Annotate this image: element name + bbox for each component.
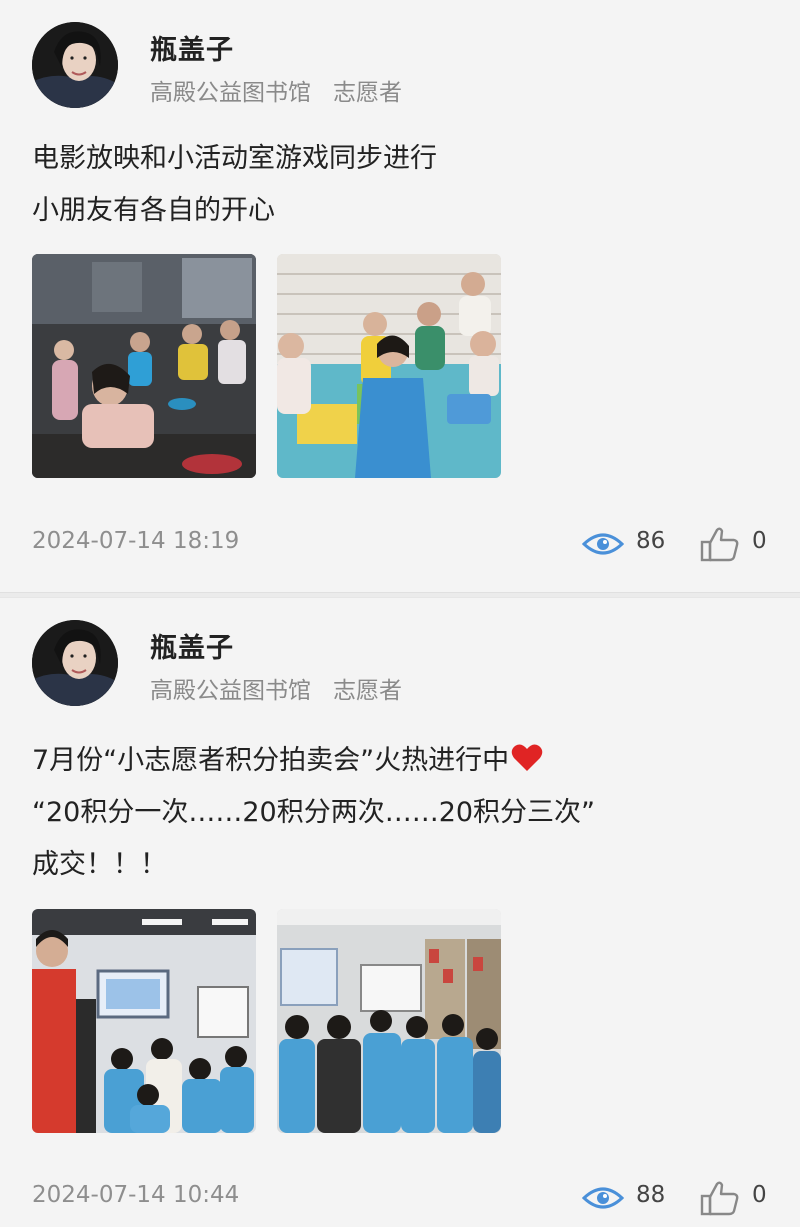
author-name[interactable]: 瓶盖子 xyxy=(150,28,234,67)
post-text: 电影放映和小活动室游戏同步进行 小朋友有各自的开心 xyxy=(32,133,772,237)
post-footer: 2024-07-14 18:19 86 0 xyxy=(0,524,800,564)
red-heart-icon xyxy=(511,744,543,771)
post-text-line: 成交！！！ xyxy=(32,849,167,880)
movie-screening-photo[interactable] xyxy=(32,254,256,478)
post-text: 7月份“小志愿者积分拍卖会”火热进行中 “20积分一次……20积分两次……20积… xyxy=(32,735,772,891)
view-count: 88 xyxy=(636,1182,666,1208)
author-organization: 高殿公益图书馆 xyxy=(150,80,311,106)
post-timestamp: 2024-07-14 10:44 xyxy=(32,1182,240,1208)
author-role: 志愿者 xyxy=(333,678,402,704)
view-count: 86 xyxy=(636,528,666,554)
author-role: 志愿者 xyxy=(333,80,402,106)
post-text-line: 小朋友有各自的开心 xyxy=(32,195,275,226)
thumbs-up-icon[interactable] xyxy=(700,526,740,562)
author-meta: 高殿公益图书馆 志愿者 xyxy=(150,671,402,705)
auction-classroom-photo[interactable] xyxy=(32,909,256,1133)
auction-library-photo[interactable] xyxy=(277,909,501,1133)
eye-icon xyxy=(582,533,624,555)
post-text-line: “20积分一次……20积分两次……20积分三次” xyxy=(32,797,596,828)
post-timestamp: 2024-07-14 18:19 xyxy=(32,528,240,554)
like-count: 0 xyxy=(752,528,767,554)
post-footer: 2024-07-14 10:44 88 0 xyxy=(0,1178,800,1218)
author-organization: 高殿公益图书馆 xyxy=(150,678,311,704)
author-meta: 高殿公益图书馆 志愿者 xyxy=(150,73,402,107)
author-avatar[interactable] xyxy=(32,620,118,706)
eye-icon xyxy=(582,1187,624,1209)
author-avatar[interactable] xyxy=(32,22,118,108)
post-text-line-content: 7月份“小志愿者积分拍卖会”火热进行中 xyxy=(32,745,510,776)
post-feed: 瓶盖子 高殿公益图书馆 志愿者 电影放映和小活动室游戏同步进行 小朋友有各自的开心 xyxy=(0,0,800,1227)
like-count: 0 xyxy=(752,1182,767,1208)
author-name[interactable]: 瓶盖子 xyxy=(150,626,234,665)
post-card[interactable]: 瓶盖子 高殿公益图书馆 志愿者 电影放映和小活动室游戏同步进行 小朋友有各自的开心 xyxy=(0,0,800,592)
post-text-line: 7月份“小志愿者积分拍卖会”火热进行中 xyxy=(32,735,772,787)
thumbs-up-icon[interactable] xyxy=(700,1180,740,1216)
post-text-line: 电影放映和小活动室游戏同步进行 xyxy=(32,143,437,174)
playroom-games-photo[interactable] xyxy=(277,254,501,478)
post-card[interactable]: 瓶盖子 高殿公益图书馆 志愿者 7月份“小志愿者积分拍卖会”火热进行中 “20积分… xyxy=(0,598,800,1227)
